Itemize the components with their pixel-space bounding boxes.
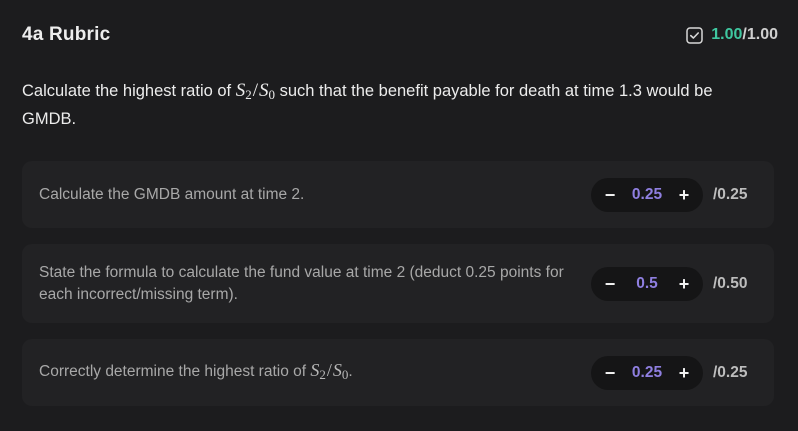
max-score: /0.25 <box>713 363 748 381</box>
score-controls: − 0.25 + /0.25 <box>591 177 757 212</box>
rubric-item: Correctly determine the highest ratio of… <box>22 339 774 406</box>
rubric-item: State the formula to calculate the fund … <box>22 244 774 323</box>
decrement-button[interactable]: − <box>603 356 617 390</box>
max-score: /0.25 <box>713 185 748 203</box>
score-stepper: − 0.25 + <box>591 177 703 212</box>
rubric-header: 4a Rubric 1.00/1.00 <box>22 22 778 48</box>
decrement-button[interactable]: − <box>603 178 617 212</box>
question-text-before: Calculate the highest ratio of <box>22 82 236 100</box>
rubric-items: Calculate the GMDB amount at time 2. − 0… <box>22 161 776 406</box>
score-controls: − 0.25 + /0.25 <box>591 355 757 390</box>
max-score: /0.50 <box>713 274 748 292</box>
decrement-button[interactable]: − <box>603 267 617 301</box>
score-value[interactable]: 0.25 <box>632 364 662 382</box>
rubric-item: Calculate the GMDB amount at time 2. − 0… <box>22 161 774 228</box>
rubric-panel: 4a Rubric 1.00/1.00 Calculate the highes… <box>0 0 798 431</box>
question-text: Calculate the highest ratio of S2/S0 suc… <box>22 79 762 131</box>
check-square-icon <box>686 26 704 44</box>
score-value[interactable]: 0.25 <box>632 186 662 204</box>
increment-button[interactable]: + <box>677 267 691 301</box>
rubric-title: 4a Rubric <box>22 24 111 45</box>
ratio-formula: S2/S0 <box>310 360 349 382</box>
increment-button[interactable]: + <box>677 356 691 390</box>
score-stepper: − 0.5 + <box>591 266 703 301</box>
rubric-item-text: Calculate the GMDB amount at time 2. <box>39 185 305 203</box>
ratio-formula: S2/S0 <box>235 80 275 102</box>
increment-button[interactable]: + <box>677 178 691 212</box>
rubric-item-text: Correctly determine the highest ratio of… <box>39 360 353 382</box>
score-value[interactable]: 0.5 <box>636 275 658 293</box>
score-controls: − 0.5 + /0.50 <box>591 266 757 301</box>
rubric-item-text: State the formula to calculate the fund … <box>39 263 564 303</box>
score-earned: 1.00 <box>711 26 743 43</box>
score-stepper: − 0.25 + <box>591 355 703 390</box>
score-total: /1.00 <box>742 26 778 43</box>
rubric-score: 1.00/1.00 <box>686 26 778 44</box>
